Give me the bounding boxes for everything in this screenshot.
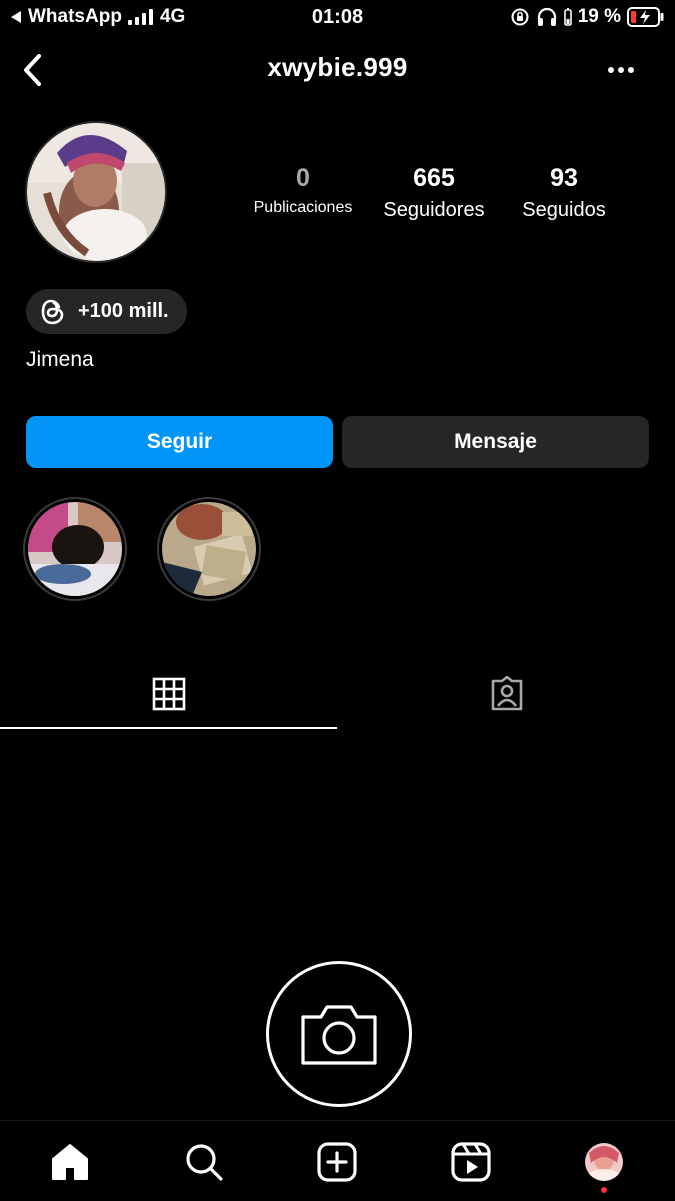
message-button[interactable]: Mensaje <box>342 416 649 468</box>
follow-button[interactable]: Seguir <box>26 416 333 468</box>
threads-icon <box>41 299 64 324</box>
search-icon <box>186 1144 223 1181</box>
reels-icon <box>451 1142 491 1182</box>
followers-label: Seguidores <box>383 199 485 221</box>
headphones-icon <box>537 7 556 26</box>
orientation-lock-icon <box>511 8 529 26</box>
nav-search[interactable] <box>180 1138 228 1186</box>
profile-display-name: Jimena <box>26 348 94 371</box>
highlight-image <box>28 502 122 596</box>
threads-badge[interactable]: +100 mill. <box>26 289 187 334</box>
story-highlight[interactable] <box>157 497 261 601</box>
stat-following[interactable]: 93 Seguidos <box>504 166 624 222</box>
nav-reels[interactable] <box>447 1138 495 1186</box>
tagged-icon <box>491 676 522 711</box>
status-right: 19 % <box>510 6 665 28</box>
camera-icon <box>301 1005 377 1065</box>
battery-percent: 19 % <box>577 6 621 27</box>
nav-avatar-photo <box>585 1143 623 1181</box>
stat-posts[interactable]: 0 Publicaciones <box>243 166 363 217</box>
nav-create[interactable] <box>313 1138 361 1186</box>
nav-profile-avatar <box>585 1143 623 1181</box>
grid-icon <box>152 677 185 711</box>
battery-mini-icon <box>563 8 572 26</box>
empty-posts-camera <box>266 961 412 1107</box>
create-icon <box>317 1142 357 1182</box>
more-options-button[interactable] <box>603 52 639 88</box>
posts-label: Publicaciones <box>253 199 353 216</box>
nav-home[interactable] <box>46 1138 94 1186</box>
more-dots-icon <box>608 67 634 73</box>
profile-username: xwybie.999 <box>267 52 408 82</box>
threads-count: +100 mill. <box>78 300 169 322</box>
status-bar: WhatsApp 4G 01:08 19 % <box>0 0 675 34</box>
story-highlight[interactable] <box>23 497 127 601</box>
profile-avatar[interactable] <box>27 123 165 261</box>
stat-followers[interactable]: 665 Seguidores <box>370 166 498 222</box>
active-tab-indicator <box>0 727 337 729</box>
following-count: 93 <box>550 164 578 192</box>
highlight-cover <box>28 502 122 596</box>
followers-count: 665 <box>413 164 455 192</box>
nav-profile[interactable] <box>580 1138 628 1186</box>
following-label: Seguidos <box>522 199 606 221</box>
highlight-image <box>162 502 256 596</box>
notification-dot <box>601 1187 607 1193</box>
battery-icon <box>627 7 664 27</box>
avatar-photo <box>27 123 165 261</box>
tab-tagged[interactable] <box>338 660 675 728</box>
tab-posts-grid[interactable] <box>0 660 337 728</box>
posts-count: 0 <box>296 164 310 192</box>
highlight-cover <box>162 502 256 596</box>
home-icon <box>52 1144 88 1180</box>
